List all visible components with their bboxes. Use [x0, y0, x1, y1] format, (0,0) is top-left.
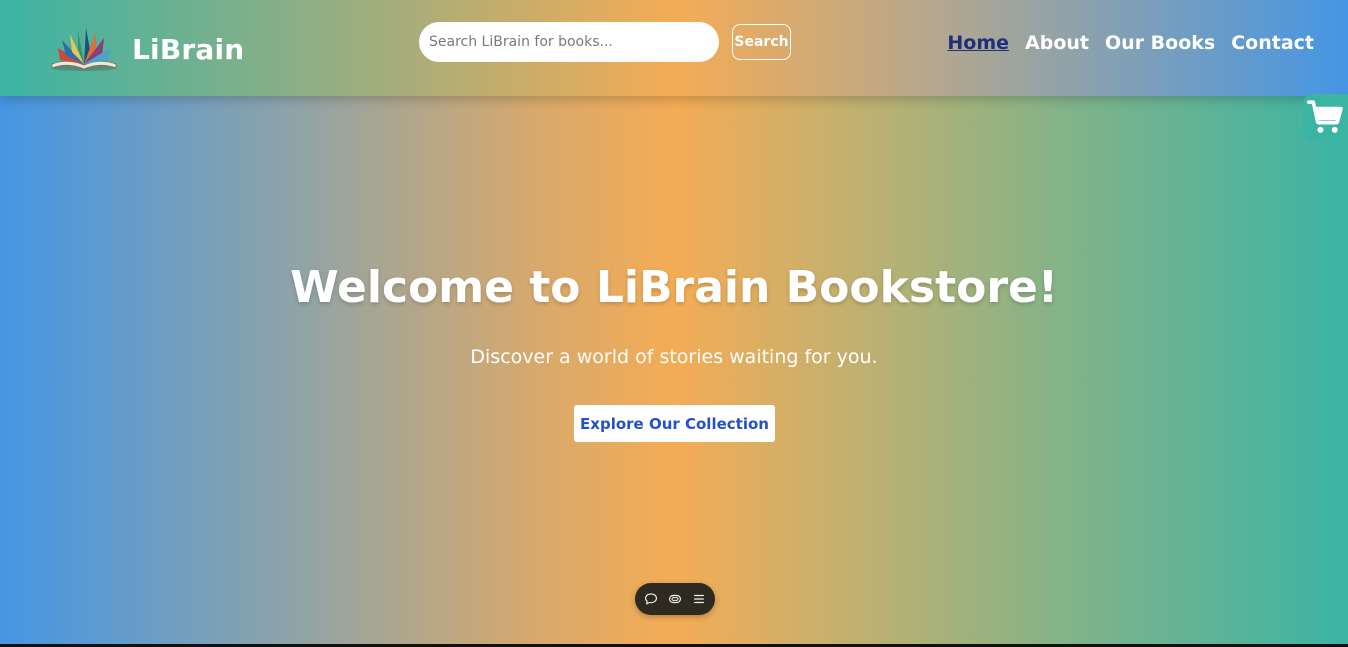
nav-link-our-books[interactable]: Our Books: [1105, 32, 1215, 54]
nav-link-home[interactable]: Home: [947, 32, 1009, 54]
navbar: LiBrain Search Home About Our Books Cont…: [0, 0, 1348, 96]
search-input[interactable]: [419, 22, 719, 62]
hero-section: Welcome to LiBrain Bookstore! Discover a…: [0, 0, 1348, 644]
explore-collection-button[interactable]: Explore Our Collection: [574, 405, 775, 442]
nav-link-about[interactable]: About: [1025, 32, 1089, 54]
brand-name: LiBrain: [132, 32, 245, 66]
hero-subtitle: Discover a world of stories waiting for …: [470, 346, 878, 368]
brand-logo[interactable]: LiBrain: [50, 24, 244, 74]
cart-button[interactable]: [1303, 94, 1348, 142]
nav-link-contact[interactable]: Contact: [1231, 32, 1314, 54]
hero-title: Welcome to LiBrain Bookstore!: [290, 262, 1058, 313]
main-nav: Home About Our Books Contact: [947, 32, 1314, 54]
floating-toolbar: [635, 583, 715, 615]
cart-icon: [1306, 100, 1343, 133]
search-button[interactable]: Search: [732, 24, 791, 60]
chat-icon[interactable]: [644, 592, 658, 606]
open-book-icon: [51, 28, 117, 71]
link-icon[interactable]: [668, 592, 682, 606]
menu-icon[interactable]: [692, 592, 706, 606]
